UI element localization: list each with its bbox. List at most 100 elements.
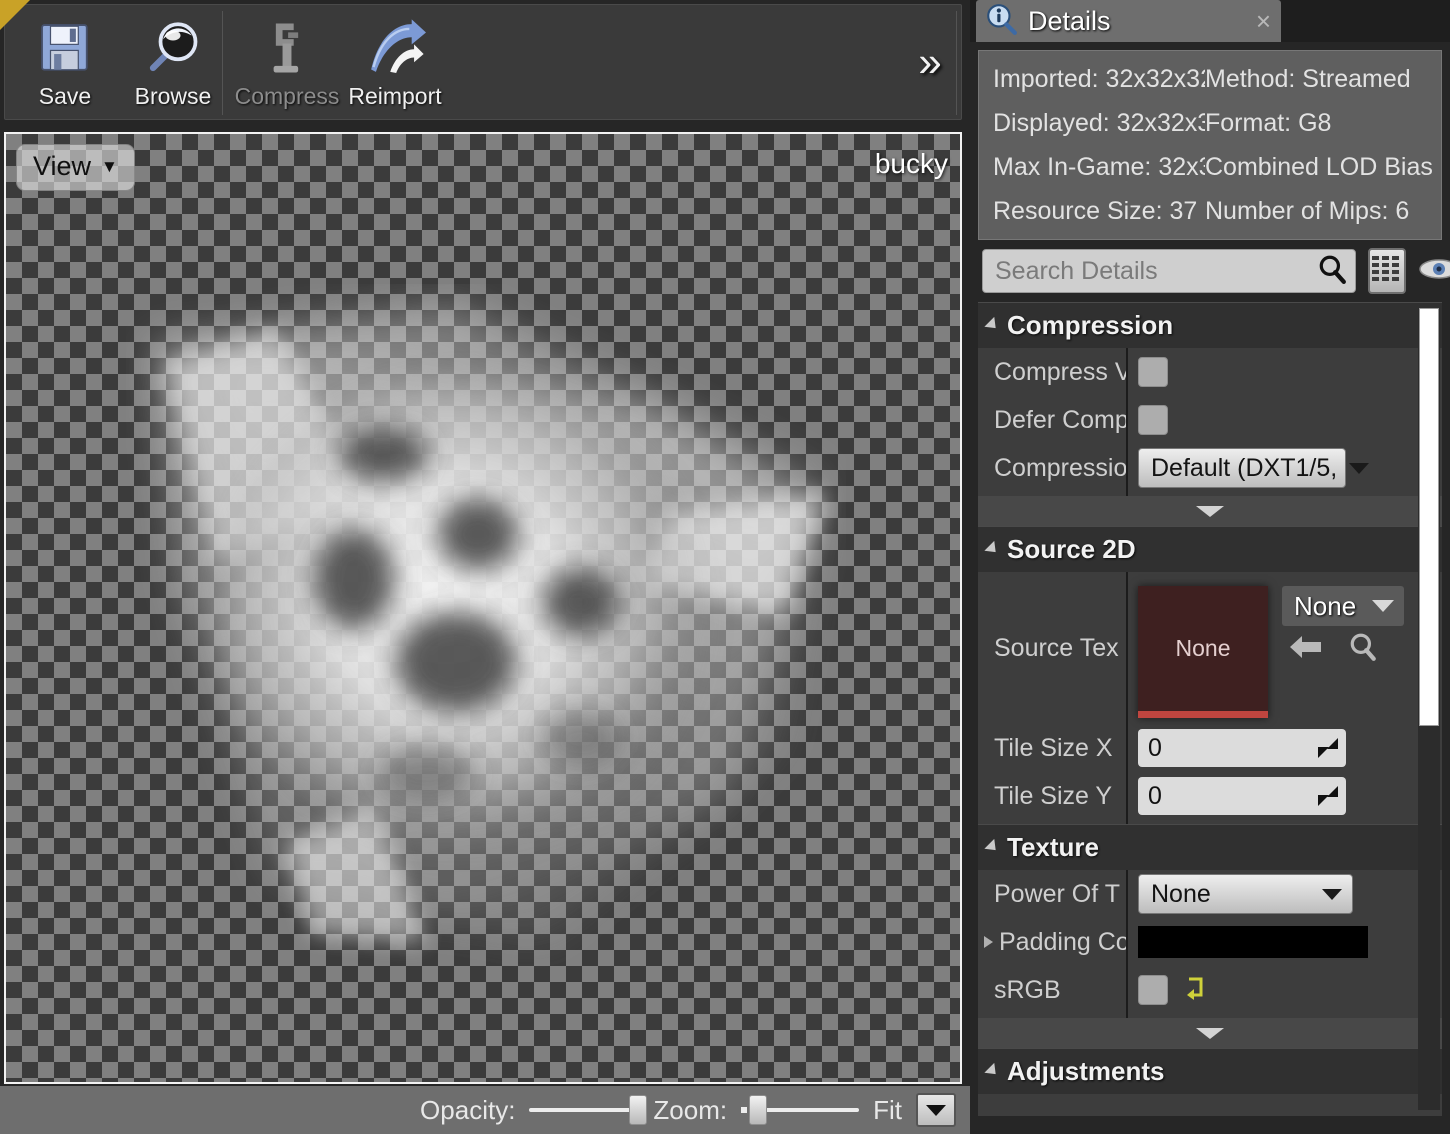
section-expand-footer-compression[interactable]	[978, 496, 1442, 526]
section-title: Adjustments	[1007, 1056, 1165, 1086]
close-icon[interactable]: ×	[1256, 6, 1271, 37]
chevron-down-icon	[926, 1104, 946, 1116]
browse-asset-icon[interactable]	[1348, 632, 1378, 667]
zoom-slider-tick	[741, 1107, 748, 1113]
source-texture-thumbnail[interactable]: None	[1138, 586, 1268, 718]
property-row-defer-compression: Defer Comp	[978, 396, 1442, 444]
chevron-down-icon	[1322, 888, 1342, 900]
expand-triangle-icon	[984, 316, 1001, 333]
property-label: Padding Co	[999, 927, 1126, 956]
modified-corner-accent	[0, 0, 30, 30]
texture-preview-viewport[interactable]: View ▼ bucky	[4, 132, 962, 1084]
search-input[interactable]	[995, 256, 1317, 286]
use-selected-asset-icon[interactable]	[1288, 633, 1324, 666]
info-row: Max In-Game: 32x3 Combined LOD Bias	[993, 145, 1441, 189]
section-header-adjustments[interactable]: Adjustments	[978, 1048, 1442, 1094]
save-button-label: Save	[38, 82, 92, 109]
view-menu-button[interactable]: View ▼	[16, 144, 135, 191]
section-compression: Compression Compress V Defer Comp Compre…	[978, 302, 1442, 526]
opacity-slider-thumb[interactable]	[629, 1095, 648, 1125]
reimport-arrow-icon	[364, 17, 426, 79]
zoom-label: Zoom:	[653, 1094, 728, 1125]
property-label: Source Tex	[994, 633, 1119, 662]
tab-details[interactable]: Details ×	[976, 0, 1281, 42]
toolbar-separator-right	[956, 11, 957, 115]
zoom-mode-dropdown[interactable]	[916, 1093, 956, 1127]
section-body-texture: Power Of T None Padding Co sRGB	[978, 870, 1442, 1018]
property-row-padding-color: Padding Co	[978, 918, 1442, 966]
visibility-filter-button[interactable]	[1418, 256, 1450, 287]
info-magnifier-icon	[984, 2, 1018, 41]
section-header-source-2d[interactable]: Source 2D	[978, 526, 1442, 572]
details-search-row	[970, 240, 1450, 302]
section-body-compression: Compress V Defer Comp Compressio Default…	[978, 348, 1442, 496]
details-tab-label: Details	[1028, 5, 1111, 36]
details-pane: Details × Imported: 32x32x32 Method: Str…	[970, 0, 1450, 1134]
compress-without-alpha-checkbox[interactable]	[1138, 357, 1168, 387]
column-layout-button[interactable]	[1368, 248, 1406, 294]
texture-editor-window: Save Browse Compress Reimport » View ▼ b…	[0, 0, 1450, 1134]
chevron-down-icon	[1349, 462, 1370, 474]
section-title: Compression	[1007, 310, 1174, 340]
property-row-srgb: sRGB	[978, 966, 1442, 1014]
toolbar-separator	[222, 11, 223, 115]
chevron-down-icon	[1372, 600, 1395, 612]
property-row-source-texture: Source Tex None None	[978, 572, 1442, 724]
opacity-slider[interactable]	[529, 1095, 648, 1125]
texture-info-box: Imported: 32x32x32 Method: Streamed Disp…	[978, 50, 1442, 240]
section-header-compression[interactable]: Compression	[978, 302, 1442, 348]
eye-icon	[1418, 256, 1450, 287]
srgb-checkbox[interactable]	[1138, 975, 1168, 1005]
browse-button[interactable]: Browse	[119, 5, 227, 121]
property-label: Defer Comp	[994, 405, 1126, 434]
property-list-scrollbar[interactable]	[1418, 308, 1440, 1110]
info-number-of-mips: Number of Mips: 6	[1205, 196, 1410, 225]
toolbar-group-texture: Compress Reimport	[233, 5, 449, 121]
tile-size-x-input[interactable]: 0	[1138, 729, 1346, 767]
chevron-down-icon	[1196, 505, 1224, 517]
toolbar-overflow-button[interactable]: »	[905, 31, 955, 93]
property-row-power-of-two-mode: Power Of T None	[978, 870, 1442, 918]
power-of-two-mode-dropdown[interactable]: None	[1138, 874, 1353, 914]
expand-triangle-icon	[984, 838, 1001, 855]
compression-settings-dropdown[interactable]: Default (DXT1/5,	[1138, 448, 1370, 488]
tile-size-y-input[interactable]: 0	[1138, 777, 1346, 815]
info-format: Format: G8	[1205, 108, 1332, 137]
zoom-slider[interactable]	[741, 1095, 860, 1125]
scrollbar-thumb[interactable]	[1419, 308, 1439, 726]
info-displayed: Displayed: 32x32x3	[993, 108, 1205, 137]
reimport-button-label: Reimport	[348, 82, 442, 109]
info-imported: Imported: 32x32x32	[993, 64, 1205, 93]
property-list[interactable]: Compression Compress V Defer Comp Compre…	[978, 302, 1442, 1116]
spinner-icon[interactable]	[1318, 786, 1338, 806]
editor-pane: Save Browse Compress Reimport » View ▼ b…	[0, 0, 970, 1134]
section-texture: Texture Power Of T None Padding Co sRGB	[978, 824, 1442, 1048]
property-label-wrapper[interactable]: Padding Co	[978, 928, 1126, 957]
search-input-wrapper[interactable]	[982, 249, 1356, 293]
source-texture-thumbnail-label: None	[1175, 635, 1231, 661]
view-menu-label: View	[33, 151, 92, 181]
expand-triangle-icon	[984, 1062, 1001, 1079]
section-title: Texture	[1007, 832, 1099, 862]
viewport-status-bar: Opacity: Zoom: Fit	[0, 1086, 970, 1134]
info-resource-size: Resource Size: 37 K	[993, 196, 1205, 225]
zoom-slider-thumb[interactable]	[749, 1095, 768, 1125]
info-row: Resource Size: 37 K Number of Mips: 6	[993, 189, 1441, 233]
expand-triangle-icon[interactable]	[984, 936, 993, 948]
section-header-texture[interactable]: Texture	[978, 824, 1442, 870]
source-texture-dropdown[interactable]: None	[1282, 586, 1405, 626]
chevron-down-icon: ▼	[101, 156, 118, 176]
revert-arrow-icon[interactable]	[1182, 975, 1208, 1006]
spinner-icon[interactable]	[1318, 738, 1338, 758]
info-row: Imported: 32x32x32 Method: Streamed	[993, 57, 1441, 101]
compress-button[interactable]: Compress	[233, 5, 341, 121]
tile-size-y-value: 0	[1148, 781, 1162, 810]
info-row: Displayed: 32x32x3 Format: G8	[993, 101, 1441, 145]
section-title: Source 2D	[1007, 534, 1136, 564]
reimport-button[interactable]: Reimport	[341, 5, 449, 121]
section-source-2d: Source 2D Source Tex None None Tile Size…	[978, 526, 1442, 824]
info-combined-lod-bias: Combined LOD Bias	[1205, 152, 1433, 181]
padding-color-swatch[interactable]	[1138, 926, 1368, 958]
section-expand-footer-texture[interactable]	[978, 1018, 1442, 1048]
defer-compression-checkbox[interactable]	[1138, 405, 1168, 435]
